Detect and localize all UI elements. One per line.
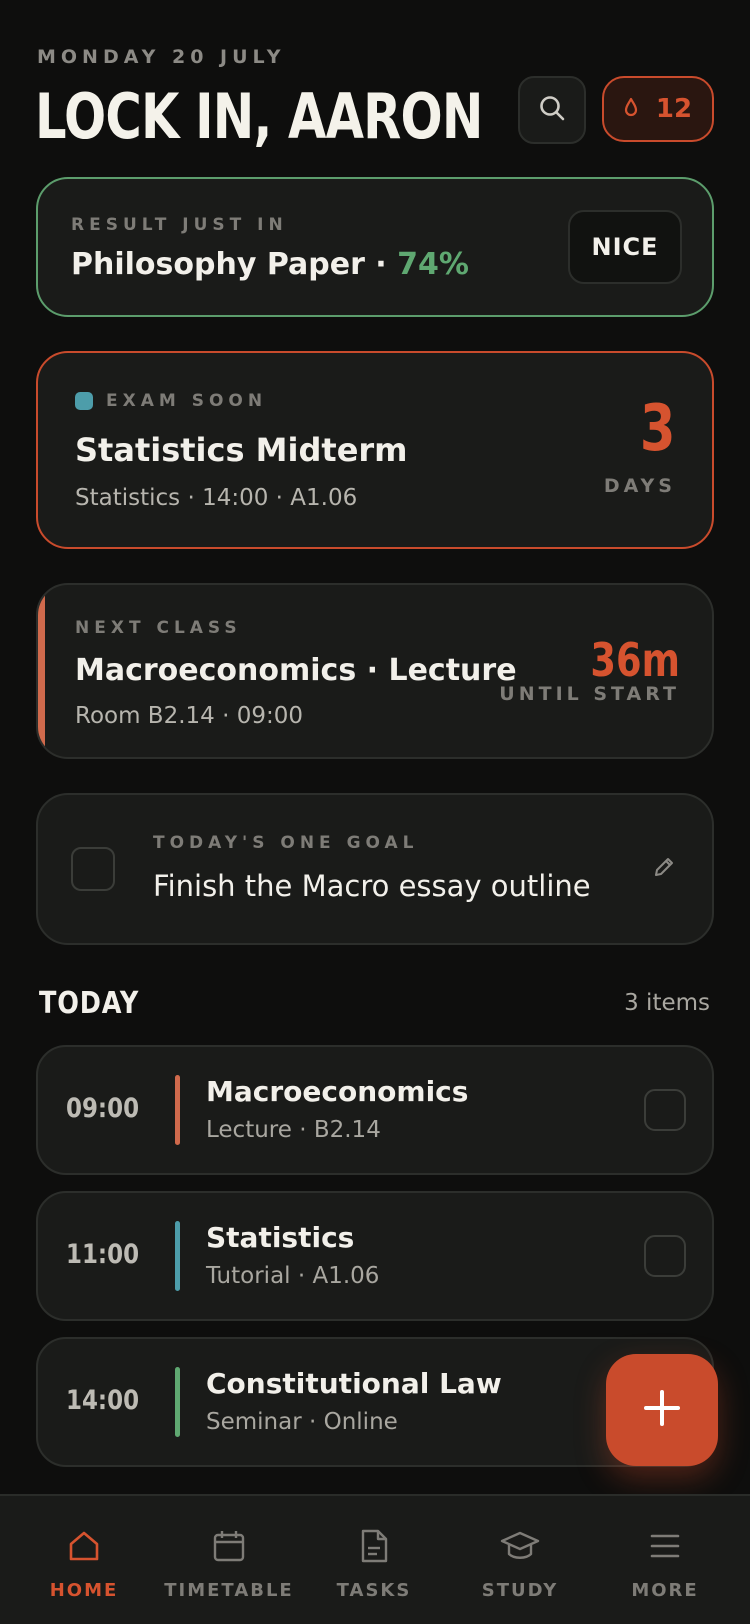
next-class-countdown-unit: UNTIL START — [499, 683, 680, 705]
nav-item-tasks[interactable]: TASKS — [299, 1496, 449, 1624]
next-class-details: Room B2.14 · 09:00 — [75, 703, 304, 729]
edit-pencil-icon[interactable] — [652, 855, 676, 883]
menu-icon — [649, 1526, 681, 1566]
goal-card: TODAY'S ONE GOAL Finish the Macro essay … — [36, 793, 714, 945]
plus-icon — [642, 1388, 682, 1432]
today-item-count: 3 items — [624, 990, 710, 1016]
schedule-detail: Seminar · Online — [206, 1409, 398, 1435]
nav-item-timetable[interactable]: TIMETABLE — [154, 1496, 304, 1624]
schedule-row[interactable]: 11:00 Statistics Tutorial · A1.06 — [36, 1191, 714, 1321]
nav-label: TASKS — [336, 1580, 412, 1601]
next-class-title: Macroeconomics · Lecture — [75, 653, 517, 688]
nav-label: MORE — [631, 1580, 699, 1601]
exam-countdown-unit: DAYS — [603, 475, 676, 497]
schedule-time: 09:00 — [66, 1093, 140, 1124]
next-class-countdown-value: 36m — [590, 633, 680, 687]
bottom-nav: HOME TIMETABLE TASKS STUDY MORE — [0, 1494, 750, 1624]
next-class-accent — [38, 585, 45, 757]
schedule-detail: Lecture · B2.14 — [206, 1117, 381, 1143]
nav-item-study[interactable]: STUDY — [445, 1496, 595, 1624]
schedule-color-bar — [175, 1367, 180, 1437]
schedule-row[interactable]: 09:00 Macroeconomics Lecture · B2.14 — [36, 1045, 714, 1175]
schedule-name: Statistics — [206, 1221, 355, 1254]
schedule-time: 14:00 — [66, 1385, 140, 1416]
home-icon — [67, 1526, 101, 1566]
search-icon — [538, 94, 566, 126]
search-button[interactable] — [518, 76, 586, 144]
next-class-label: NEXT CLASS — [75, 618, 242, 638]
flame-icon — [624, 97, 638, 121]
page-title: LOCK IN, AARON — [35, 80, 483, 153]
schedule-checkbox[interactable] — [644, 1089, 686, 1131]
exam-subject-dot — [75, 392, 93, 410]
schedule-color-bar — [175, 1221, 180, 1291]
streak-badge[interactable]: 12 — [602, 76, 714, 142]
goal-checkbox[interactable] — [71, 847, 115, 891]
goal-text: Finish the Macro essay outline — [153, 869, 591, 903]
result-label: RESULT JUST IN — [71, 215, 288, 235]
schedule-checkbox[interactable] — [644, 1235, 686, 1277]
nice-button[interactable]: NICE — [568, 210, 682, 284]
schedule-time: 11:00 — [66, 1239, 140, 1270]
goal-label: TODAY'S ONE GOAL — [153, 833, 419, 853]
schedule-name: Macroeconomics — [206, 1075, 469, 1108]
exam-title: Statistics Midterm — [75, 431, 408, 469]
schedule-detail: Tutorial · A1.06 — [206, 1263, 380, 1289]
graduation-cap-icon — [500, 1526, 540, 1566]
result-score: 74% — [397, 247, 469, 282]
document-icon — [359, 1526, 389, 1566]
calendar-icon — [212, 1526, 246, 1566]
exam-card[interactable]: EXAM SOON Statistics Midterm Statistics … — [36, 351, 714, 549]
nav-label: STUDY — [481, 1580, 559, 1601]
result-title: Philosophy Paper · 74% — [71, 247, 469, 282]
result-paper-name: Philosophy Paper · — [71, 247, 398, 282]
exam-countdown-value: 3 — [640, 392, 676, 466]
nav-label: TIMETABLE — [164, 1580, 294, 1601]
nav-item-home[interactable]: HOME — [9, 1496, 159, 1624]
nav-label: HOME — [49, 1580, 119, 1601]
exam-label: EXAM SOON — [106, 391, 268, 411]
next-class-card[interactable]: NEXT CLASS Macroeconomics · Lecture Room… — [36, 583, 714, 759]
exam-details: Statistics · 14:00 · A1.06 — [75, 485, 358, 511]
schedule-name: Constitutional Law — [206, 1367, 502, 1400]
schedule-color-bar — [175, 1075, 180, 1145]
nav-item-more[interactable]: MORE — [590, 1496, 740, 1624]
date-label: MONDAY 20 JULY — [37, 46, 286, 68]
today-section-title: TODAY — [39, 986, 140, 1021]
add-button[interactable] — [606, 1354, 718, 1466]
result-card[interactable]: RESULT JUST IN Philosophy Paper · 74% NI… — [36, 177, 714, 317]
streak-count: 12 — [655, 94, 693, 124]
